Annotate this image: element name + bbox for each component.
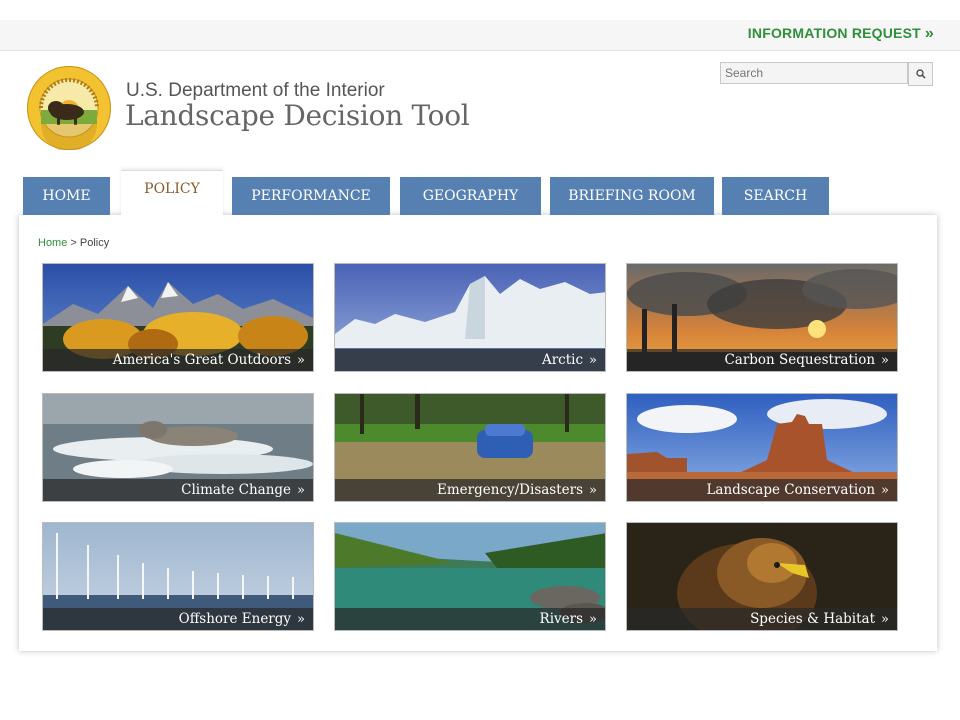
search-input[interactable] bbox=[720, 62, 908, 84]
tile-caption: Arctic » bbox=[335, 349, 605, 371]
tab-performance[interactable]: PERFORMANCE bbox=[232, 177, 390, 215]
tile-label: America's Great Outdoors bbox=[112, 352, 292, 368]
breadcrumb-current: Policy bbox=[79, 237, 110, 249]
tab-policy[interactable]: POLICY bbox=[121, 170, 223, 216]
information-request-link[interactable]: INFORMATION REQUEST» bbox=[748, 25, 934, 43]
chevron-right-icon: » bbox=[297, 483, 305, 498]
chevron-right-icon: » bbox=[881, 612, 889, 627]
breadcrumb-separator: > bbox=[67, 237, 80, 249]
tile-caption: Rivers » bbox=[335, 608, 605, 630]
tile-label: Emergency/Disasters bbox=[437, 482, 584, 498]
tab-search[interactable]: SEARCH bbox=[722, 177, 829, 215]
information-request-label: INFORMATION REQUEST bbox=[747, 25, 921, 41]
tile-caption: Offshore Energy » bbox=[43, 608, 313, 630]
tile-rivers[interactable]: Rivers » bbox=[334, 522, 606, 631]
tab-label: BRIEFING ROOM bbox=[568, 188, 696, 204]
tile-species-habitat[interactable]: Species & Habitat » bbox=[626, 522, 898, 631]
chevron-right-icon: » bbox=[924, 25, 934, 42]
tile-caption: America's Great Outdoors » bbox=[43, 349, 313, 371]
tab-briefing-room[interactable]: BRIEFING ROOM bbox=[550, 177, 714, 215]
breadcrumb: Home > Policy bbox=[38, 237, 109, 249]
doi-seal-logo[interactable] bbox=[27, 66, 111, 150]
chevron-right-icon: » bbox=[297, 612, 305, 627]
chevron-right-icon: » bbox=[881, 353, 889, 368]
tile-caption: Climate Change » bbox=[43, 479, 313, 501]
tile-caption: Emergency/Disasters » bbox=[335, 479, 605, 501]
tile-caption: Landscape Conservation » bbox=[627, 479, 897, 501]
magnifier-icon bbox=[915, 69, 926, 79]
breadcrumb-home-link[interactable]: Home bbox=[38, 237, 67, 249]
tab-label: HOME bbox=[42, 188, 91, 204]
tab-home[interactable]: HOME bbox=[23, 177, 110, 215]
tab-label: GEOGRAPHY bbox=[422, 188, 519, 204]
tab-label: POLICY bbox=[144, 181, 200, 197]
tab-label: PERFORMANCE bbox=[251, 188, 371, 204]
tile-americas-great-outdoors[interactable]: America's Great Outdoors » bbox=[42, 263, 314, 372]
tile-label: Arctic bbox=[541, 352, 584, 368]
tile-caption: Carbon Sequestration » bbox=[627, 349, 897, 371]
tile-climate-change[interactable]: Climate Change » bbox=[42, 393, 314, 502]
search-button[interactable] bbox=[908, 62, 933, 86]
tile-label: Carbon Sequestration bbox=[724, 352, 876, 368]
tile-label: Climate Change bbox=[181, 482, 292, 498]
tile-label: Landscape Conservation bbox=[706, 482, 876, 498]
tile-label: Offshore Energy bbox=[178, 611, 292, 627]
top-bar: INFORMATION REQUEST» bbox=[0, 20, 960, 51]
chevron-right-icon: » bbox=[297, 353, 305, 368]
chevron-right-icon: » bbox=[589, 483, 597, 498]
tile-carbon-sequestration[interactable]: Carbon Sequestration » bbox=[626, 263, 898, 372]
site-title: Landscape Decision Tool bbox=[125, 99, 470, 132]
tile-caption: Species & Habitat » bbox=[627, 608, 897, 630]
tab-label: SEARCH bbox=[743, 188, 808, 204]
tile-emergency-disasters[interactable]: Emergency/Disasters » bbox=[334, 393, 606, 502]
tile-arctic[interactable]: Arctic » bbox=[334, 263, 606, 372]
tile-label: Rivers bbox=[539, 611, 584, 627]
tab-geography[interactable]: GEOGRAPHY bbox=[400, 177, 541, 215]
tile-label: Species & Habitat bbox=[750, 611, 876, 627]
chevron-right-icon: » bbox=[589, 353, 597, 368]
chevron-right-icon: » bbox=[589, 612, 597, 627]
chevron-right-icon: » bbox=[881, 483, 889, 498]
tile-landscape-conservation[interactable]: Landscape Conservation » bbox=[626, 393, 898, 502]
tile-offshore-energy[interactable]: Offshore Energy » bbox=[42, 522, 314, 631]
